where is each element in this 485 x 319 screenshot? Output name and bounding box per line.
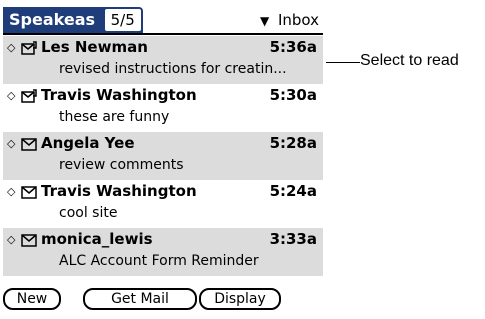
message-list: ◇ Les Newman 5:36a revised instructions … <box>3 36 323 276</box>
bullet-icon: ◇ <box>7 233 16 246</box>
message-time: 5:30a <box>269 86 317 104</box>
message-row[interactable]: ◇ Les Newman 5:36a revised instructions … <box>3 36 323 84</box>
flagged-envelope-icon <box>21 89 37 103</box>
button-bar: New Get Mail Display <box>3 286 323 312</box>
message-subject: revised instructions for creatin... <box>59 61 287 77</box>
envelope-icon <box>21 186 37 199</box>
message-subject: ALC Account Form Reminder <box>59 253 259 269</box>
display-button[interactable]: Display <box>199 288 281 310</box>
new-button[interactable]: New <box>3 288 61 310</box>
message-subject: review comments <box>59 157 184 173</box>
dropdown-triangle-icon: ▼ <box>259 14 270 28</box>
email-app-screen: Speakeas 5/5 ▼ Inbox ◇ Les Newman 5:36a … <box>3 7 323 319</box>
bullet-icon: ◇ <box>7 137 16 150</box>
envelope-icon <box>21 234 37 247</box>
bullet-icon: ◇ <box>7 89 16 102</box>
folder-dropdown[interactable]: ▼ Inbox <box>260 7 319 33</box>
envelope-icon <box>21 138 37 151</box>
flagged-envelope-icon <box>21 41 37 55</box>
message-time: 5:24a <box>269 182 317 200</box>
sender-name: Travis Washington <box>41 86 197 104</box>
bullet-icon: ◇ <box>7 41 16 54</box>
message-row[interactable]: ◇ Travis Washington 5:30a these are funn… <box>3 84 323 132</box>
app-name: Speakeas <box>9 10 96 29</box>
sender-name: Les Newman <box>41 38 148 56</box>
message-row[interactable]: ◇ Travis Washington 5:24a cool site <box>3 180 323 228</box>
message-row[interactable]: ◇ monica_lewis 3:33a ALC Account Form Re… <box>3 228 323 276</box>
get-mail-button[interactable]: Get Mail <box>83 288 197 310</box>
message-time: 5:36a <box>269 38 317 56</box>
message-count: 5/5 <box>104 9 141 31</box>
bullet-icon: ◇ <box>7 185 16 198</box>
sender-name: Travis Washington <box>41 182 197 200</box>
message-time: 3:33a <box>269 230 317 248</box>
app-title: Speakeas 5/5 <box>3 7 143 33</box>
sender-name: Angela Yee <box>41 134 135 152</box>
message-subject: these are funny <box>59 109 170 125</box>
sender-name: monica_lewis <box>41 230 153 248</box>
message-time: 5:28a <box>269 134 317 152</box>
callout-label: Select to read <box>360 52 459 69</box>
folder-name: Inbox <box>277 11 319 29</box>
message-row[interactable]: ◇ Angela Yee 5:28a review comments <box>3 132 323 180</box>
title-bar: Speakeas 5/5 ▼ Inbox <box>3 7 323 35</box>
message-subject: cool site <box>59 205 118 221</box>
callout-leader-line <box>326 62 360 63</box>
